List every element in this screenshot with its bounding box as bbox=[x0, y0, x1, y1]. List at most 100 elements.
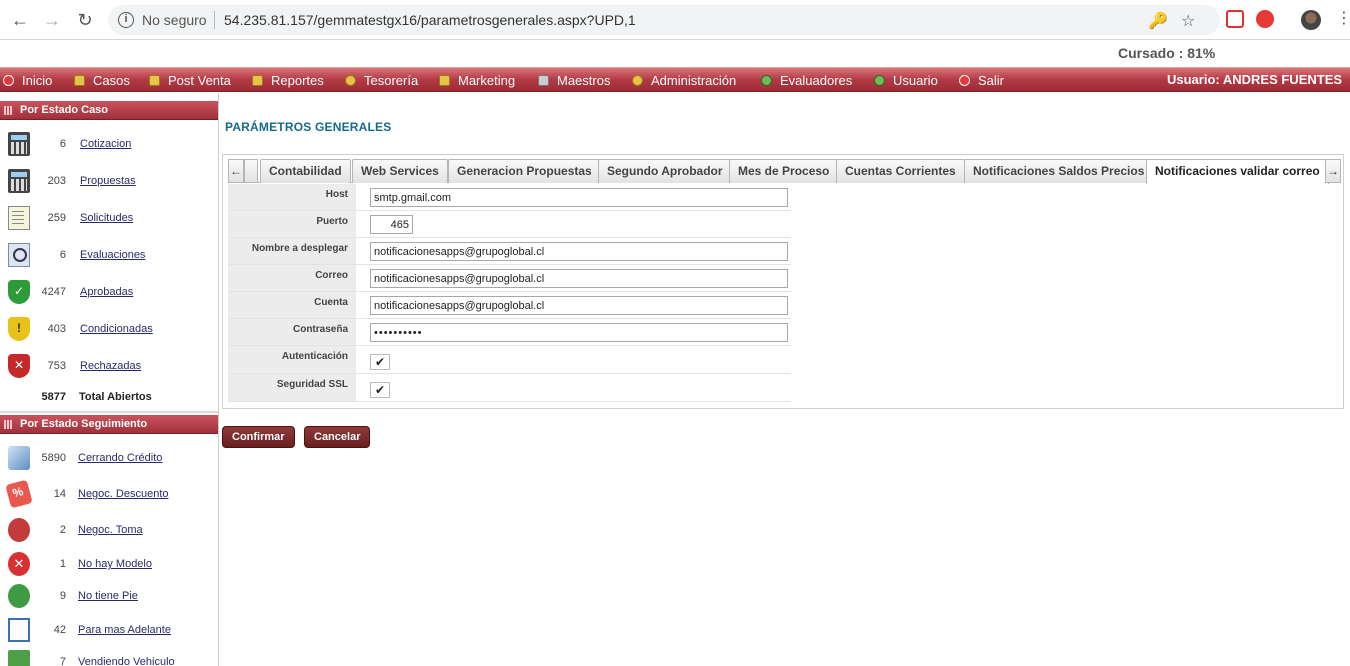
row-host: Host bbox=[228, 184, 791, 211]
followup-count: 42 bbox=[53, 624, 66, 636]
menu-inicio[interactable]: Inicio bbox=[3, 73, 52, 88]
magnifier-icon bbox=[8, 243, 30, 267]
section-divider bbox=[0, 411, 218, 413]
status-link[interactable]: Evaluaciones bbox=[80, 249, 145, 261]
ssl-checkbox[interactable]: ✔ bbox=[370, 382, 390, 398]
menu-reportes[interactable]: Reportes bbox=[252, 73, 324, 88]
row-contrasena: Contraseña bbox=[228, 319, 791, 346]
menu-administracion[interactable]: Administración bbox=[632, 73, 736, 88]
browser-menu-icon[interactable]: ⋮ bbox=[1336, 9, 1350, 29]
followup-link[interactable]: Cerrando Crédito bbox=[78, 452, 162, 464]
followup-link[interactable]: Vendiendo Vehiculo bbox=[78, 656, 175, 666]
menu-usuario[interactable]: Usuario bbox=[874, 73, 938, 88]
followup-count: 14 bbox=[53, 488, 66, 500]
user-icon bbox=[874, 75, 885, 86]
star-icon[interactable]: ☆ bbox=[1181, 11, 1195, 31]
followup-link[interactable]: Para mas Adelante bbox=[78, 624, 171, 636]
contrasena-input[interactable] bbox=[370, 323, 788, 342]
correo-input[interactable] bbox=[370, 269, 788, 288]
key-icon[interactable]: 🔑 bbox=[1148, 11, 1168, 31]
menu-label: Evaluadores bbox=[780, 73, 853, 88]
menu-label: Administración bbox=[651, 73, 737, 88]
cancel-button[interactable]: Cancelar bbox=[304, 426, 371, 448]
followup-link[interactable]: Negoc. Toma bbox=[78, 524, 143, 536]
current-user-label: Usuario: ANDRES FUENTES bbox=[1167, 72, 1343, 87]
followup-link[interactable]: Negoc. Descuento bbox=[78, 488, 169, 500]
menu-maestros[interactable]: Maestros bbox=[538, 73, 610, 88]
status-link[interactable]: Propuestas bbox=[80, 175, 136, 187]
tab-mes-de-proceso[interactable]: Mes de Proceso bbox=[729, 159, 839, 183]
progress-label: Cursado : 81% bbox=[1118, 45, 1216, 61]
cuenta-input[interactable] bbox=[370, 296, 788, 315]
tab-scroll-handle[interactable] bbox=[244, 159, 258, 183]
nombre-input[interactable] bbox=[370, 242, 788, 261]
tab-notificaciones-saldos-precios[interactable]: Notificaciones Saldos Precios bbox=[964, 159, 1154, 183]
status-link[interactable]: Rechazadas bbox=[80, 360, 141, 372]
followup-row-negoc-descuento: 14 Negoc. Descuento bbox=[0, 479, 218, 510]
status-link[interactable]: Condicionadas bbox=[80, 323, 153, 335]
nombre-label: Nombre a desplegar bbox=[228, 238, 356, 264]
status-row-solicitudes: 259 Solicitudes bbox=[0, 204, 218, 234]
tab-cuentas-corrientes[interactable]: Cuentas Corrientes bbox=[836, 159, 965, 183]
cuenta-label: Cuenta bbox=[228, 292, 356, 318]
tab-scroll-right-icon[interactable]: → bbox=[1325, 159, 1341, 183]
row-puerto: Puerto bbox=[228, 211, 791, 238]
extension-icon[interactable] bbox=[1256, 10, 1274, 28]
puerto-label: Puerto bbox=[228, 211, 356, 237]
menu-label: Marketing bbox=[458, 73, 516, 88]
pdf-extension-icon[interactable] bbox=[1226, 10, 1244, 28]
red-x-icon bbox=[8, 552, 30, 576]
followup-link[interactable]: No tiene Pie bbox=[78, 590, 138, 602]
followup-link[interactable]: No hay Modelo bbox=[78, 558, 152, 570]
browser-toolbar: ← → ↻ i No seguro 54.235.81.157/gemmates… bbox=[0, 0, 1350, 40]
status-link[interactable]: Solicitudes bbox=[80, 212, 133, 224]
ssl-label: Seguridad SSL bbox=[228, 374, 356, 401]
menu-post-venta[interactable]: Post Venta bbox=[149, 73, 231, 88]
tab-strip: ← Contabilidad Web Services Generacion P… bbox=[228, 159, 1341, 184]
host-input[interactable] bbox=[370, 188, 788, 207]
url-text[interactable]: 54.235.81.157/gemmatestgx16/parametrosge… bbox=[224, 12, 636, 28]
info-icon[interactable]: i bbox=[118, 12, 134, 28]
status-count: 4247 bbox=[41, 286, 66, 298]
menu-tesoreria[interactable]: Tesorería bbox=[345, 73, 418, 88]
tab-scroll-left-icon[interactable]: ← bbox=[228, 159, 244, 183]
section-title: Por Estado Seguimiento bbox=[20, 418, 148, 430]
section-header-estado-caso: Por Estado Caso bbox=[0, 101, 218, 120]
status-count: 403 bbox=[47, 323, 66, 335]
total-label: Total Abiertos bbox=[79, 391, 152, 403]
menu-casos[interactable]: Casos bbox=[74, 73, 130, 88]
address-bar[interactable]: i No seguro 54.235.81.157/gemmatestgx16/… bbox=[108, 5, 1220, 35]
followup-row-vendiendo-vehiculo: 7 Vendiendo Vehiculo bbox=[0, 648, 218, 666]
followup-row-no-tiene-pie: 9 No tiene Pie bbox=[0, 582, 218, 612]
profile-avatar[interactable] bbox=[1301, 10, 1321, 30]
total-abiertos-row: 5877 Total Abiertos bbox=[0, 389, 218, 407]
followup-count: 7 bbox=[59, 656, 66, 666]
tab-web-services[interactable]: Web Services bbox=[352, 159, 448, 183]
menu-marketing[interactable]: Marketing bbox=[439, 73, 515, 88]
followup-row-para-mas-adelante: 42 Para mas Adelante bbox=[0, 616, 218, 646]
calculator-icon bbox=[8, 169, 30, 193]
forward-arrow-icon[interactable]: → bbox=[40, 8, 64, 32]
tab-contabilidad[interactable]: Contabilidad bbox=[260, 159, 351, 183]
autenticacion-checkbox[interactable]: ✔ bbox=[370, 354, 390, 370]
followup-count: 1 bbox=[59, 558, 66, 570]
tab-segundo-aprobador[interactable]: Segundo Aprobador bbox=[598, 159, 732, 183]
confirm-button[interactable]: Confirmar bbox=[222, 426, 295, 448]
back-arrow-icon[interactable]: ← bbox=[8, 8, 32, 32]
reload-icon[interactable]: ↻ bbox=[73, 8, 97, 32]
menu-evaluadores[interactable]: Evaluadores bbox=[761, 73, 852, 88]
menu-salir[interactable]: Salir bbox=[959, 73, 1004, 88]
security-label: No seguro bbox=[142, 12, 207, 28]
status-link[interactable]: Cotizacion bbox=[80, 138, 131, 150]
red-shield-icon bbox=[8, 354, 30, 378]
tab-generacion-propuestas[interactable]: Generacion Propuestas bbox=[448, 159, 601, 183]
status-row-rechazadas: 753 Rechazadas bbox=[0, 352, 218, 382]
total-count: 5877 bbox=[41, 391, 66, 403]
status-count: 203 bbox=[47, 175, 66, 187]
row-cuenta: Cuenta bbox=[228, 292, 791, 319]
tab-notificaciones-validar-correo[interactable]: Notificaciones validar correo bbox=[1146, 159, 1329, 184]
puerto-input[interactable] bbox=[370, 215, 413, 234]
status-link[interactable]: Aprobadas bbox=[80, 286, 133, 298]
section-title: Por Estado Caso bbox=[20, 104, 109, 116]
followup-row-negoc-toma: 2 Negoc. Toma bbox=[0, 516, 218, 546]
